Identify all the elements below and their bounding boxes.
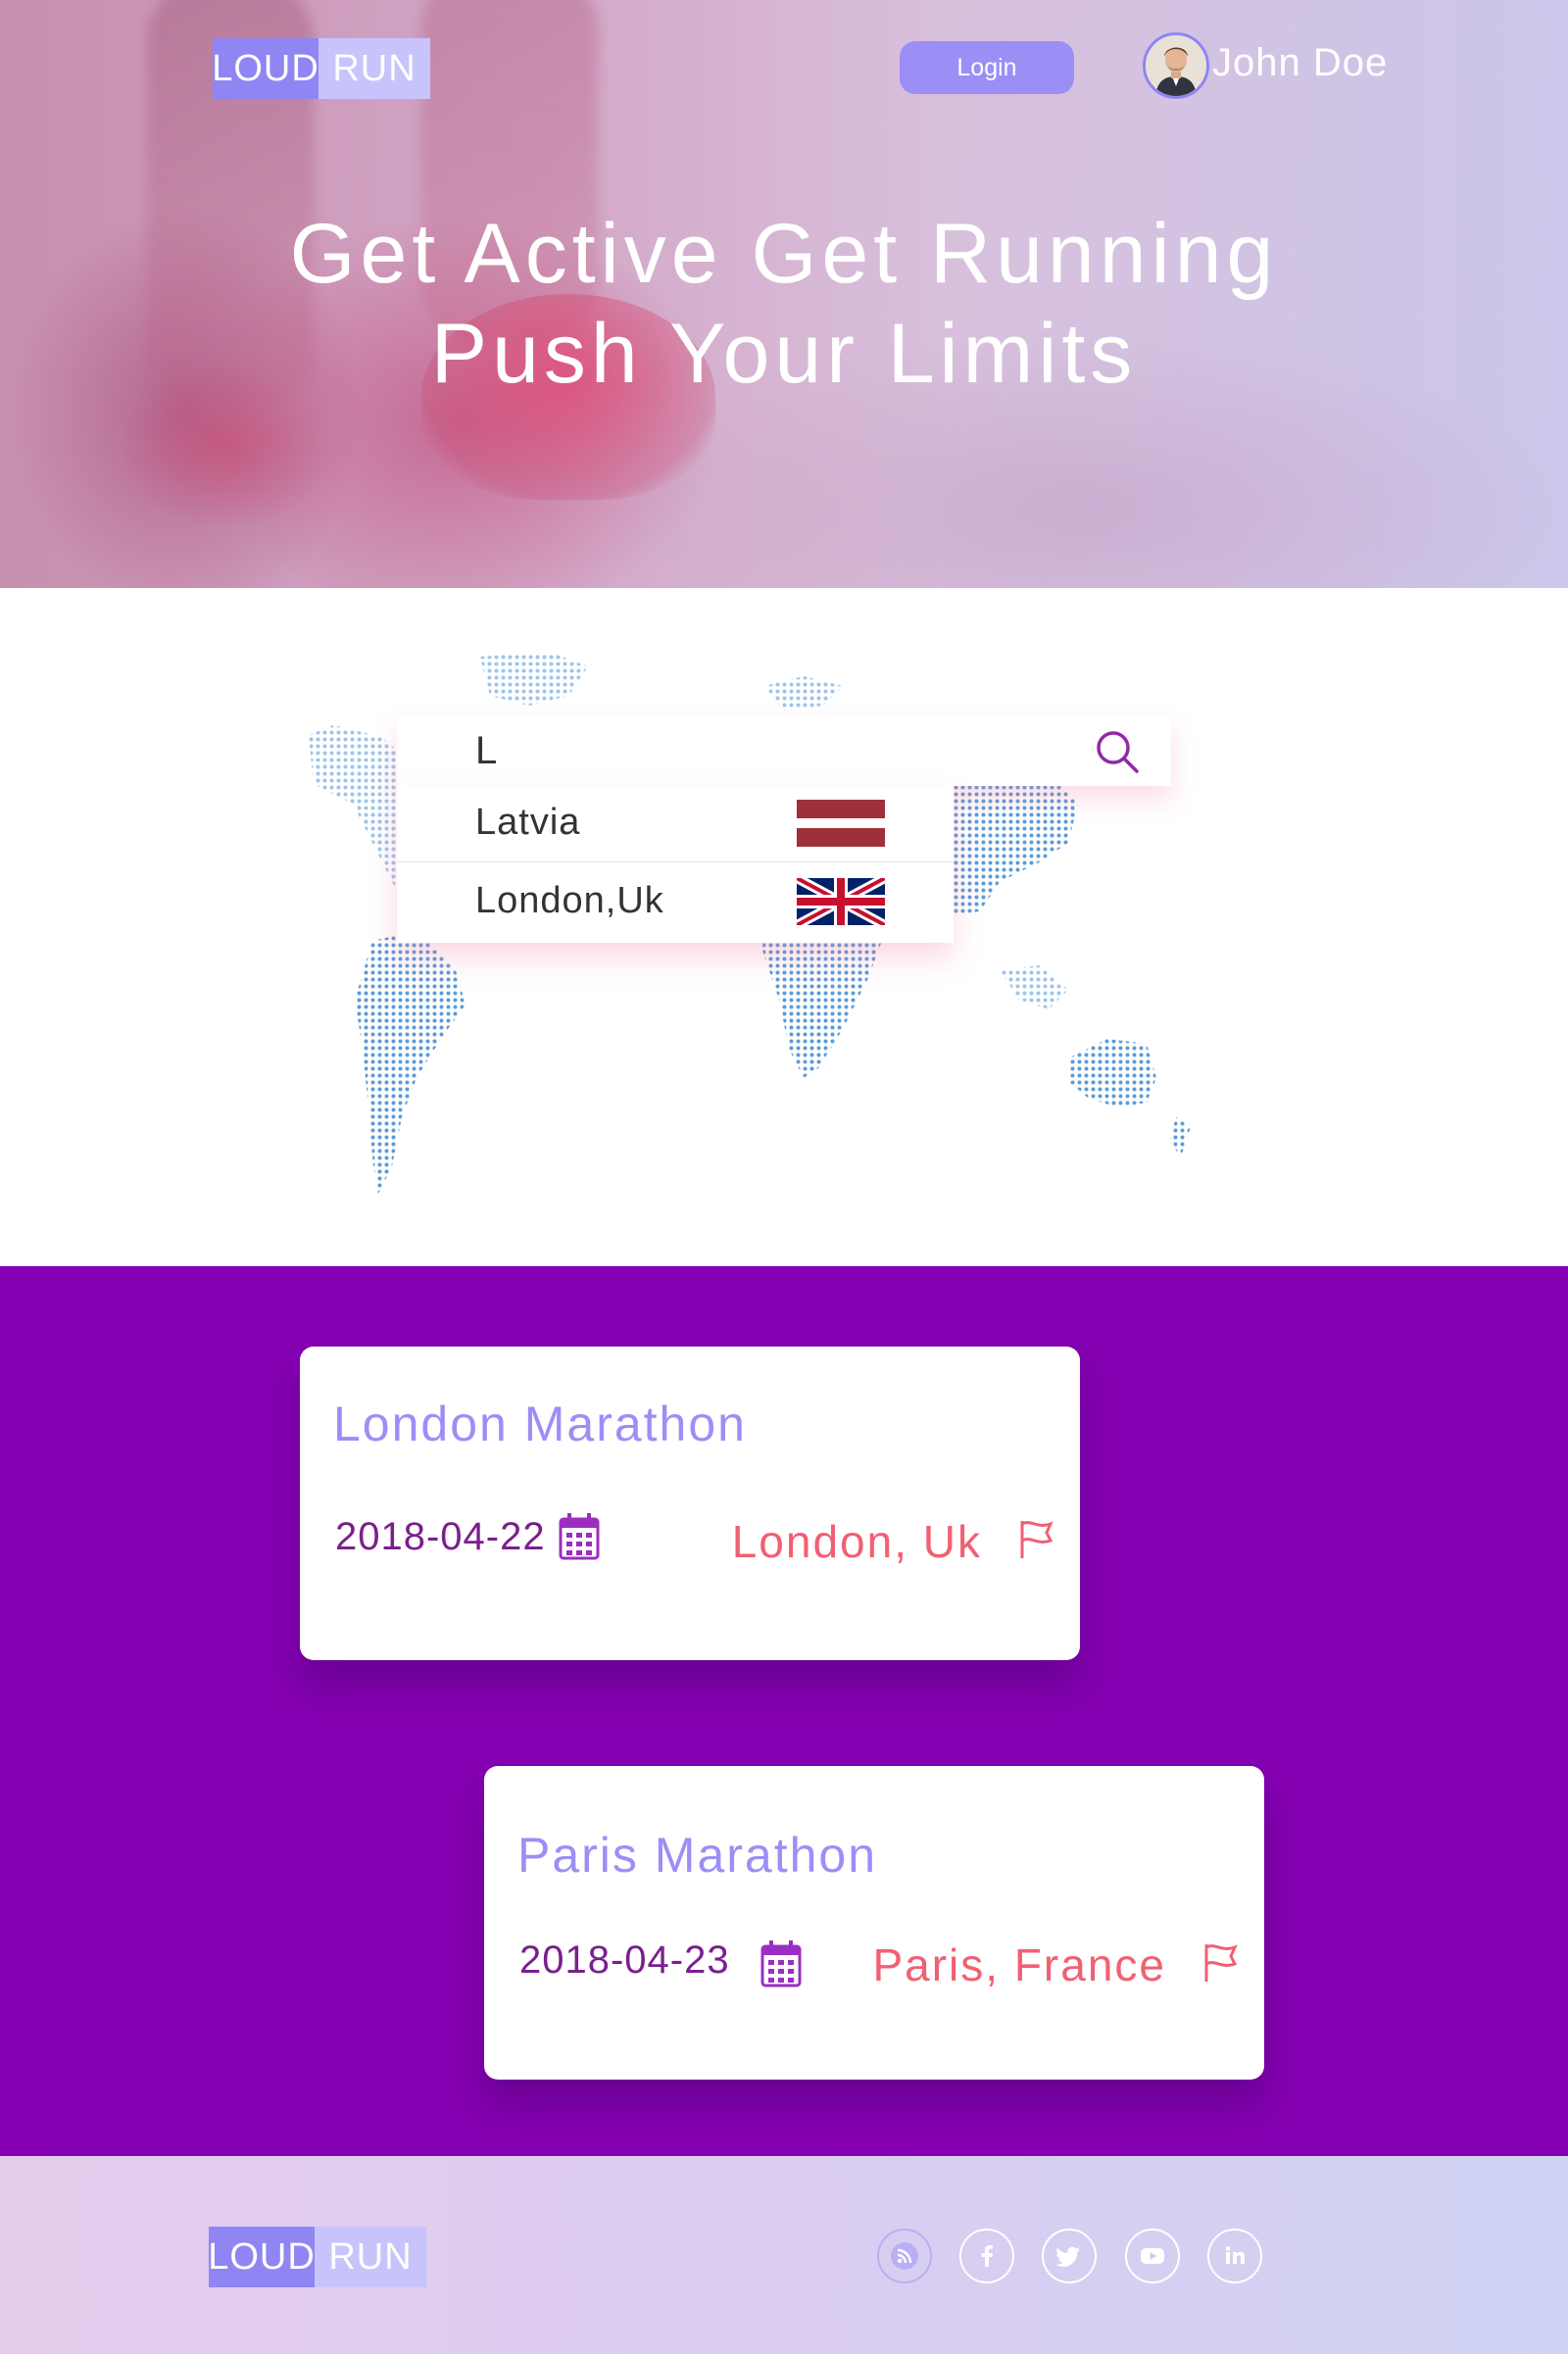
event-card-london[interactable]: London Marathon 2018-04-22 London, Uk xyxy=(300,1347,1080,1660)
flag-icon[interactable] xyxy=(1201,1942,1239,1984)
event-title: London Marathon xyxy=(333,1397,747,1451)
calendar-icon xyxy=(760,1940,802,1987)
youtube-icon xyxy=(1141,2248,1164,2264)
twitter-icon xyxy=(1055,2246,1080,2267)
login-button[interactable]: Login xyxy=(900,41,1074,94)
logo-run: RUN xyxy=(315,2227,426,2287)
event-title: Paris Marathon xyxy=(517,1828,878,1883)
event-location: London, Uk xyxy=(731,1516,982,1567)
linkedin-icon xyxy=(1225,2246,1245,2264)
logo-loud: LOUD xyxy=(212,38,318,99)
suggestion-label: Latvia xyxy=(475,802,581,843)
rss-link[interactable] xyxy=(877,2229,932,2283)
rss-icon xyxy=(891,2242,918,2270)
header-logo[interactable]: LOUD RUN xyxy=(212,38,430,99)
latvia-flag xyxy=(797,800,885,847)
logo-loud: LOUD xyxy=(208,2227,315,2287)
location-search-box xyxy=(397,715,1171,786)
facebook-icon xyxy=(981,2245,993,2267)
suggestion-latvia[interactable]: Latvia xyxy=(397,786,954,862)
user-avatar[interactable] xyxy=(1143,32,1209,99)
event-card-paris[interactable]: Paris Marathon 2018-04-23 Paris, France xyxy=(484,1766,1264,2080)
calendar-icon xyxy=(559,1513,600,1560)
search-suggestions: Latvia London,Uk xyxy=(397,786,954,943)
hero-title-line1: Get Active Get Running xyxy=(289,207,1279,301)
footer-logo[interactable]: LOUD RUN xyxy=(208,2227,426,2287)
avatar-portrait xyxy=(1146,35,1206,96)
flag-icon[interactable] xyxy=(1017,1519,1054,1560)
events-section: London Marathon 2018-04-22 London, Uk Pa… xyxy=(0,1266,1568,2156)
facebook-link[interactable] xyxy=(959,2229,1014,2283)
event-date: 2018-04-23 xyxy=(519,1938,730,1982)
event-location: Paris, France xyxy=(872,1939,1166,1990)
youtube-link[interactable] xyxy=(1125,2229,1180,2283)
location-search-section: Latvia London,Uk xyxy=(0,588,1568,1266)
location-search-input[interactable] xyxy=(475,715,1063,786)
search-icon[interactable] xyxy=(1093,727,1142,776)
logo-run: RUN xyxy=(318,38,430,99)
hero-title-line2: Push Your Limits xyxy=(430,307,1138,401)
twitter-link[interactable] xyxy=(1042,2229,1097,2283)
suggestion-london[interactable]: London,Uk xyxy=(397,864,954,941)
user-name[interactable]: John Doe xyxy=(1212,41,1388,85)
suggestion-label: London,Uk xyxy=(475,880,664,921)
event-date: 2018-04-22 xyxy=(335,1515,546,1558)
footer: LOUD RUN xyxy=(0,2156,1568,2354)
uk-flag xyxy=(797,878,885,925)
hero-banner: LOUD RUN Login John Doe Get Active Get R… xyxy=(0,0,1568,588)
linkedin-link[interactable] xyxy=(1207,2229,1262,2283)
